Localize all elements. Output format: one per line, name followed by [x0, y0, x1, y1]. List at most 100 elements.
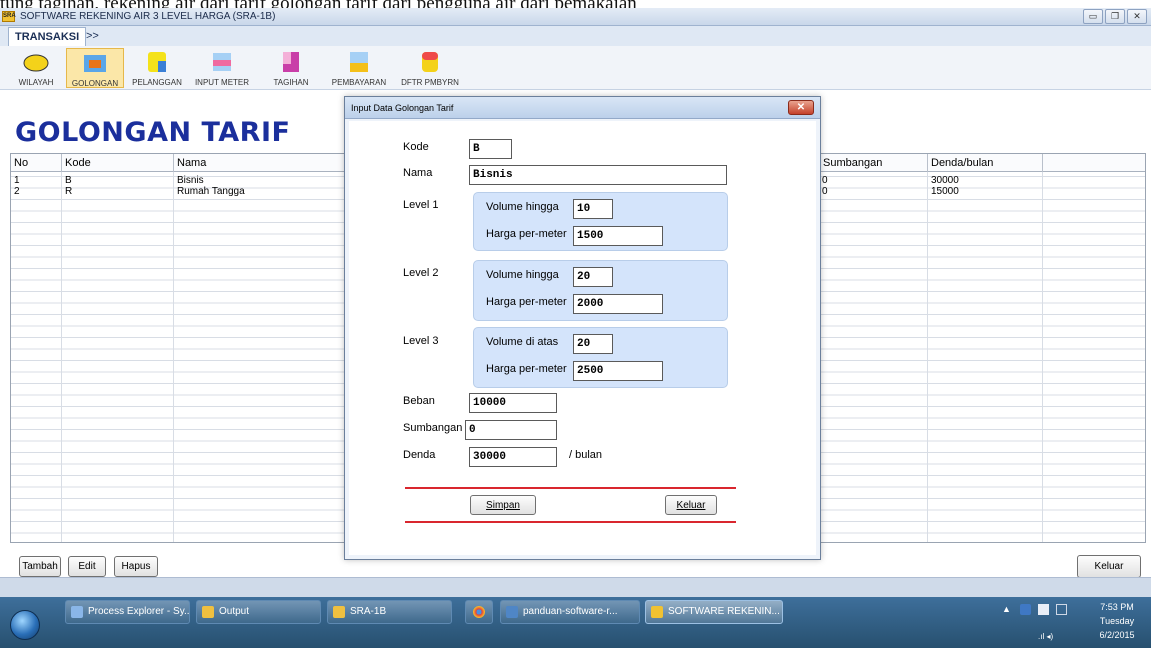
- document-icon: [506, 606, 518, 618]
- toolbar-label: INPUT METER: [194, 78, 250, 87]
- grid-column-line: [173, 154, 174, 542]
- pembayaran-icon: [350, 52, 368, 72]
- denda-field[interactable]: [469, 447, 557, 467]
- level3-label: Level 3: [403, 335, 439, 347]
- level1-volume-field[interactable]: [573, 199, 613, 219]
- level3-harga-field[interactable]: [573, 361, 663, 381]
- sumbangan-field[interactable]: [465, 420, 557, 440]
- toolbar-label: GOLONGAN: [71, 79, 119, 88]
- toolbar-label: WILAYAH: [18, 78, 54, 87]
- level1-panel: Volume hingga Harga per-meter: [473, 192, 728, 251]
- tray-clock[interactable]: 7:53 PM Tuesday 6/2/2015: [1088, 600, 1146, 642]
- level3-volume-field[interactable]: [573, 334, 613, 354]
- level2-harga-label: Harga per-meter: [486, 296, 567, 308]
- cell-kode: R: [65, 186, 73, 197]
- taskbar-item-process-explorer[interactable]: Process Explorer - Sy...: [65, 600, 190, 624]
- toolbar-pelanggan-button[interactable]: PELANGGAN: [128, 48, 186, 88]
- wilayah-icon: [23, 54, 49, 72]
- column-header-denda[interactable]: Denda/bulan: [928, 154, 1043, 172]
- level1-harga-label: Harga per-meter: [486, 228, 567, 240]
- denda-label: Denda: [403, 449, 436, 461]
- app-title: SOFTWARE REKENING AIR 3 LEVEL HARGA (SRA…: [20, 11, 276, 22]
- level1-harga-field[interactable]: [573, 226, 663, 246]
- tab-transaksi[interactable]: TRANSAKSI: [8, 27, 87, 46]
- main-keluar-button[interactable]: Keluar: [1077, 555, 1141, 578]
- cell-no: 2: [14, 186, 20, 197]
- clock-date: 6/2/2015: [1099, 630, 1135, 640]
- tray-window-icon[interactable]: [1038, 604, 1049, 615]
- folder-icon: [333, 606, 345, 618]
- grid-column-line: [927, 154, 928, 542]
- level3-panel: Volume di atas Harga per-meter: [473, 327, 728, 388]
- column-header-no[interactable]: No: [11, 154, 62, 172]
- level3-volume-label: Volume di atas: [486, 336, 559, 348]
- taskbar-item-output[interactable]: Output: [196, 600, 321, 624]
- beban-field[interactable]: [469, 393, 557, 413]
- taskbar-item-chrome[interactable]: [465, 600, 493, 624]
- toolbar-wilayah-button[interactable]: WILAYAH: [8, 48, 64, 88]
- level2-panel: Volume hingga Harga per-meter: [473, 260, 728, 321]
- golongan-icon: [84, 55, 106, 72]
- app-titlebar: SRA SOFTWARE REKENING AIR 3 LEVEL HARGA …: [0, 8, 1151, 26]
- dftr-pmbyrn-icon: [422, 52, 438, 72]
- level2-volume-label: Volume hingga: [486, 269, 559, 281]
- page-title: GOLONGAN TARIF: [15, 117, 291, 148]
- tambah-button[interactable]: Tambah: [19, 556, 61, 577]
- window-controls: ▭ ❐ ✕: [1083, 9, 1147, 24]
- simpan-button[interactable]: Simpan: [470, 495, 536, 515]
- level2-harga-field[interactable]: [573, 294, 663, 314]
- close-icon[interactable]: ✕: [1127, 9, 1147, 24]
- dialog-keluar-button[interactable]: Keluar: [665, 495, 717, 515]
- toolbar-label: DFTR PMBYRN: [401, 78, 459, 87]
- toolbar-pembayaran-button[interactable]: PEMBAYARAN: [326, 48, 392, 88]
- taskbar-item-panduan[interactable]: panduan-software-r...: [500, 600, 640, 624]
- background-text-strip: tung tagihan, rekening air dari tarif go…: [0, 0, 1151, 8]
- cell-no: 1: [14, 175, 20, 186]
- status-band: [0, 577, 1151, 597]
- restore-icon[interactable]: ❐: [1105, 9, 1125, 24]
- level2-volume-field[interactable]: [573, 267, 613, 287]
- pelanggan-icon: [148, 52, 166, 72]
- toolbar-label: PEMBAYARAN: [331, 78, 387, 87]
- taskbar-item-sra1b[interactable]: SRA-1B: [327, 600, 452, 624]
- tray-device-icon[interactable]: [1056, 604, 1067, 615]
- app-logo-icon: [651, 606, 663, 618]
- kode-field[interactable]: [469, 139, 512, 159]
- input-golongan-dialog: Input Data Golongan Tarif ✕ Kode Nama Le…: [344, 96, 821, 560]
- nama-field[interactable]: [469, 165, 727, 185]
- beban-label: Beban: [403, 395, 435, 407]
- column-header-sumbangan[interactable]: Sumbangan: [819, 154, 928, 172]
- tray-arrow-icon[interactable]: ▲: [1002, 604, 1013, 615]
- tab-more[interactable]: >>: [80, 27, 105, 46]
- edit-button[interactable]: Edit: [68, 556, 106, 577]
- toolbar-dftr-pmbyrn-button[interactable]: DFTR PMBYRN: [398, 48, 462, 88]
- nama-label: Nama: [403, 167, 433, 179]
- hapus-button[interactable]: Hapus: [114, 556, 158, 577]
- ribbon-tabs: TRANSAKSI >>: [0, 26, 1151, 46]
- taskbar-item-software-rekening[interactable]: SOFTWARE REKENIN...: [645, 600, 783, 624]
- cell-nama: Bisnis: [177, 175, 204, 186]
- cell-denda: 15000: [931, 186, 959, 197]
- toolbar-label: PELANGGAN: [132, 78, 182, 87]
- toolbar-label: TAGIHAN: [273, 78, 309, 87]
- cell-kode: B: [65, 175, 72, 186]
- level1-volume-label: Volume hingga: [486, 201, 559, 213]
- app-logo-icon: SRA: [2, 11, 16, 22]
- column-header-kode[interactable]: Kode: [62, 154, 174, 172]
- dialog-close-icon[interactable]: ✕: [788, 100, 814, 115]
- sumbangan-label: Sumbangan: [403, 422, 463, 434]
- toolbar-input-meter-button[interactable]: INPUT METER: [190, 48, 254, 88]
- start-orb-icon[interactable]: [10, 610, 40, 640]
- toolbar-tagihan-button[interactable]: TAGIHAN: [268, 48, 314, 88]
- clock-time: 7:53 PM: [1100, 602, 1134, 612]
- input-meter-icon: [213, 53, 231, 71]
- denda-suffix: / bulan: [569, 449, 603, 461]
- red-divider-bottom: [405, 521, 736, 523]
- toolbar-golongan-button[interactable]: GOLONGAN: [66, 48, 124, 88]
- tray-network-volume-icon[interactable]: .ıl ◂): [1038, 632, 1062, 643]
- level3-harga-label: Harga per-meter: [486, 363, 567, 375]
- chrome-icon: [473, 606, 485, 618]
- dialog-title: Input Data Golongan Tarif: [351, 103, 454, 113]
- tray-app-icon[interactable]: [1020, 604, 1031, 615]
- minimize-icon[interactable]: ▭: [1083, 9, 1103, 24]
